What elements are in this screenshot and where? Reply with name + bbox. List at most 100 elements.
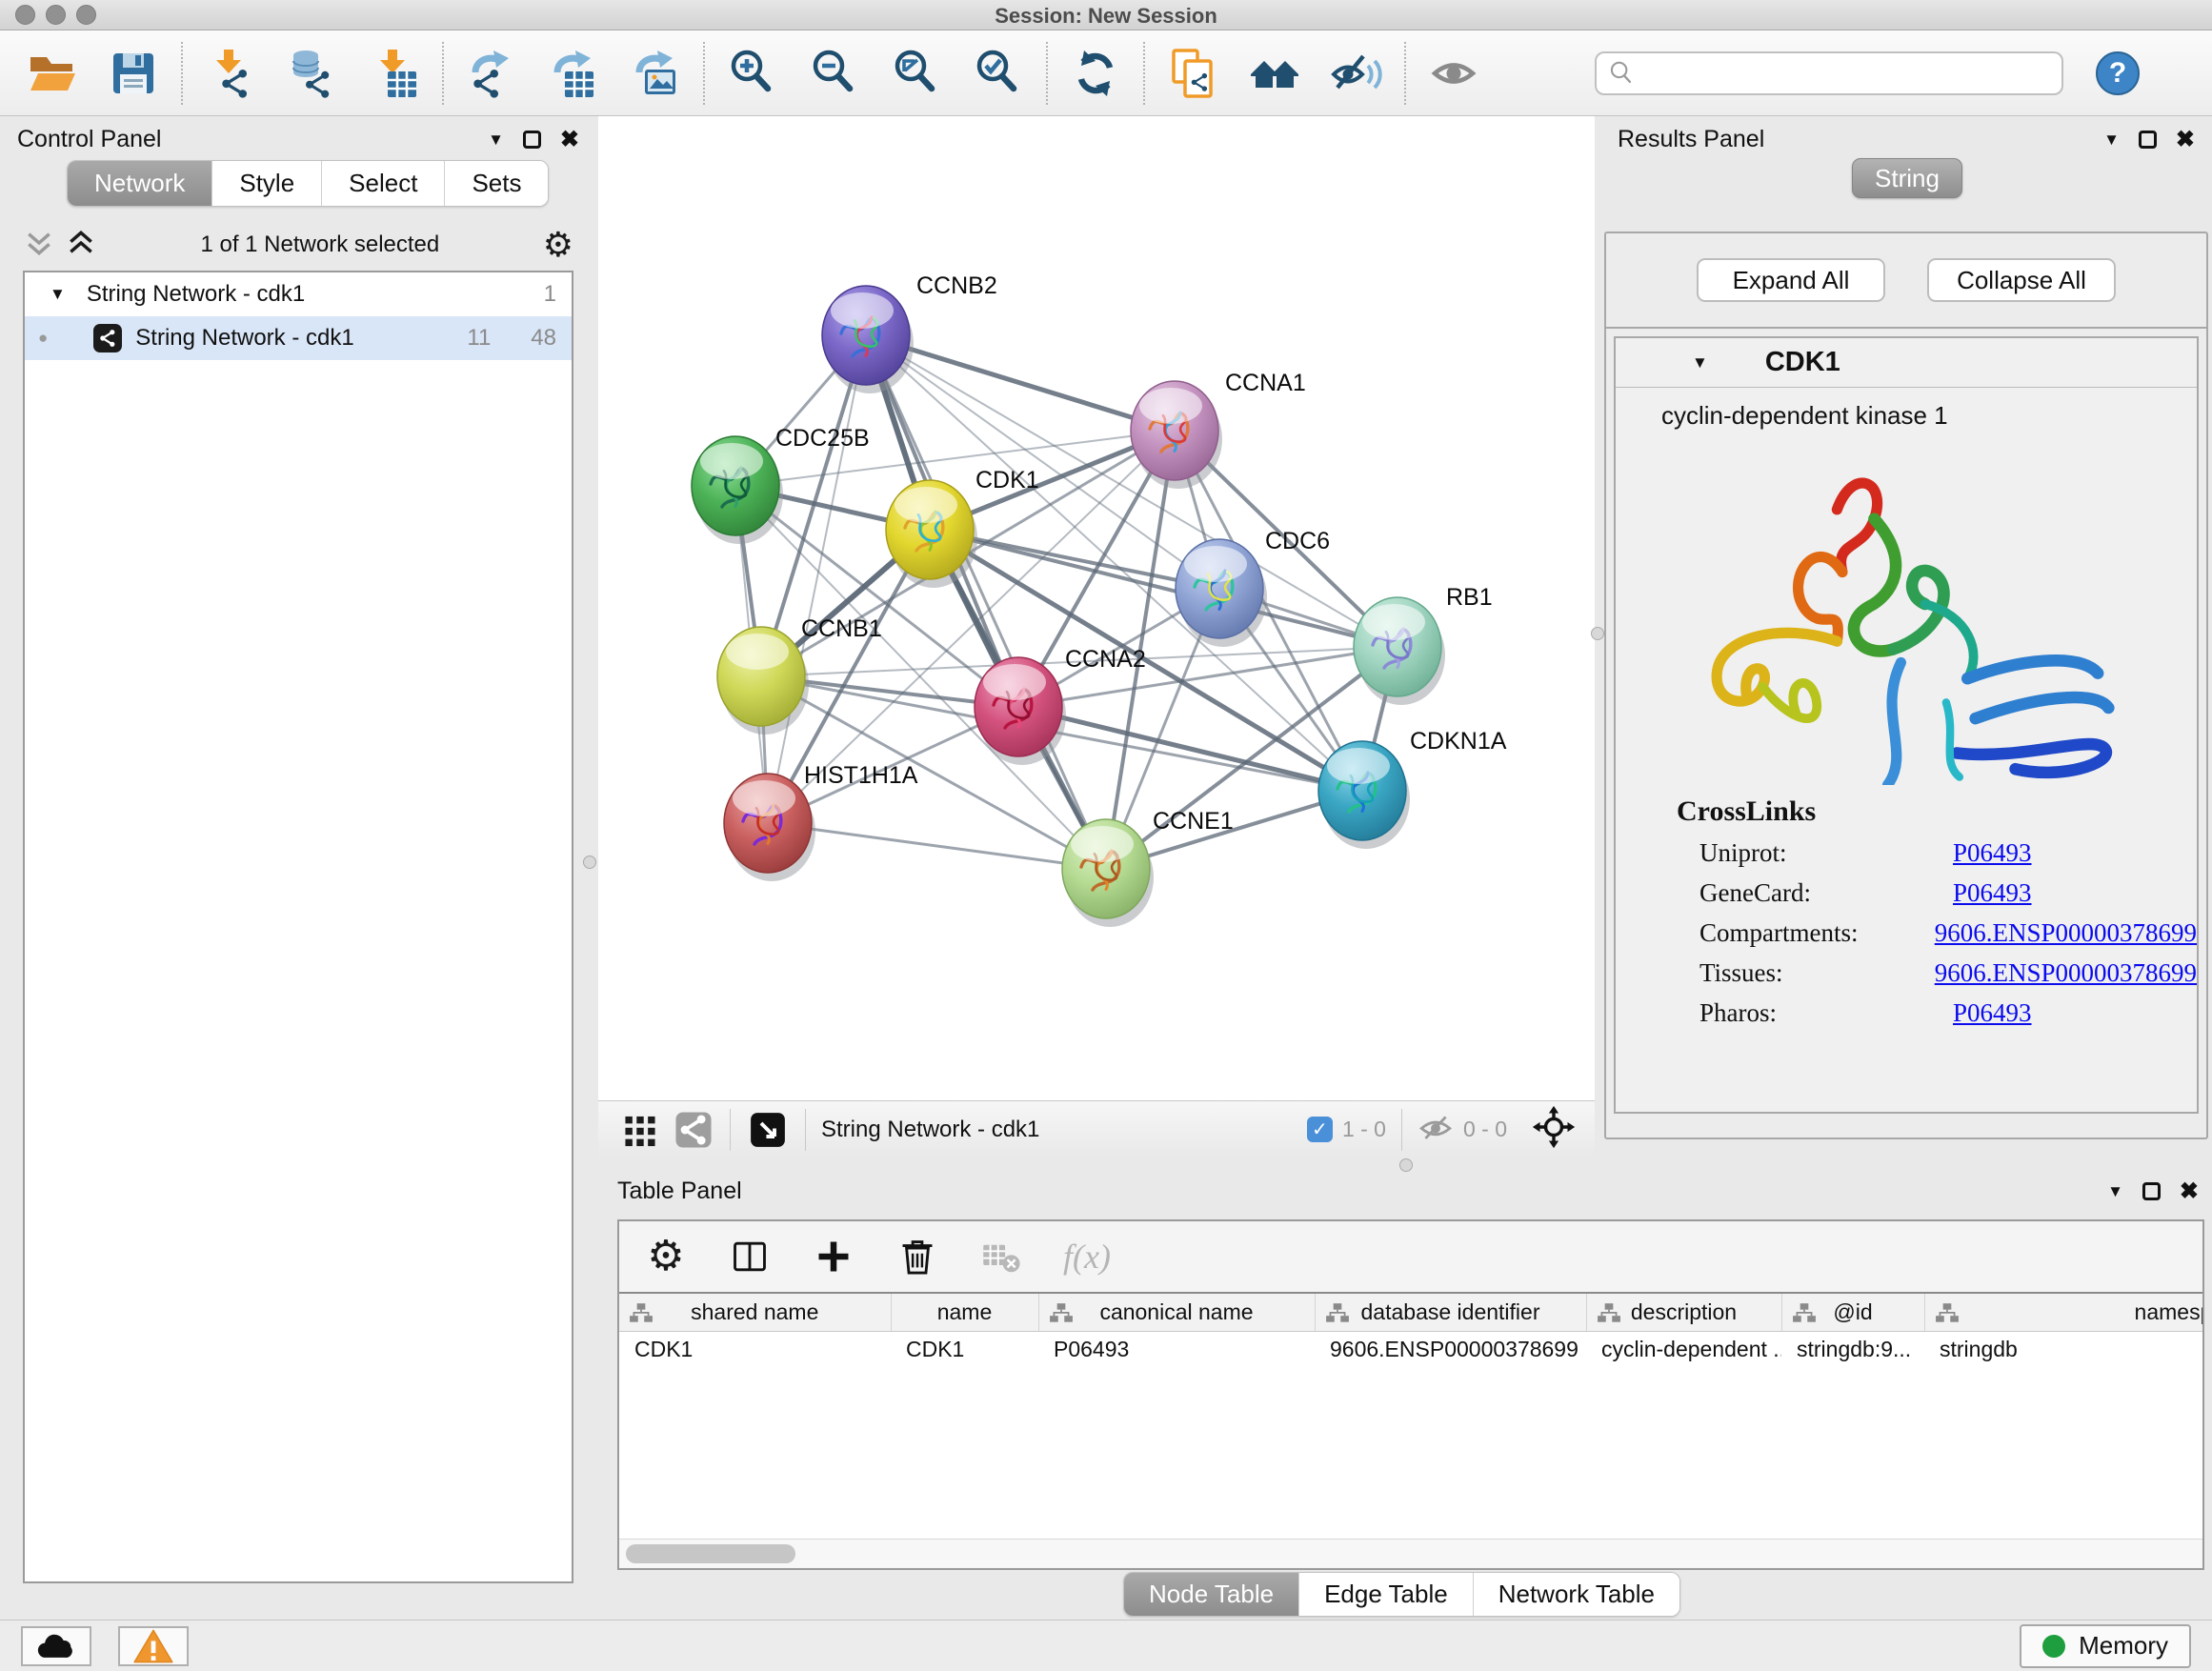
column-header-namespace[interactable]: namespace (1924, 1293, 2204, 1331)
hide-eye-button[interactable] (1330, 47, 1383, 100)
results-panel-close-icon[interactable]: ✖ (2176, 126, 2195, 153)
collapse-all-tree-icon[interactable] (23, 228, 55, 263)
node-detail-header[interactable]: ▼ CDK1 (1616, 338, 2197, 388)
export-network-button[interactable] (465, 47, 518, 100)
table-options-gear-icon[interactable]: ⚙ (644, 1235, 688, 1278)
tab-node-table[interactable]: Node Table (1124, 1573, 1299, 1616)
tree-expand-icon[interactable]: ▼ (50, 285, 66, 304)
left-splitter-handle[interactable] (583, 856, 596, 869)
right-splitter-handle[interactable] (1591, 627, 1604, 640)
results-panel-collapse-icon[interactable]: ▼ (2103, 131, 2120, 150)
column-header-id[interactable]: @id (1781, 1293, 1924, 1331)
import-table-button[interactable] (368, 47, 421, 100)
network-node-ccna2[interactable]: CCNA2 (975, 646, 1146, 765)
table-horizontal-scrollbar[interactable] (619, 1539, 2202, 1567)
network-node-ccne1[interactable]: CCNE1 (1062, 808, 1234, 927)
scrollbar-thumb[interactable] (626, 1544, 795, 1563)
table-panel-collapse-icon[interactable]: ▼ (2107, 1182, 2123, 1201)
table-cell[interactable]: P06493 (1038, 1331, 1315, 1367)
home-button[interactable] (1248, 47, 1301, 100)
selected-items-checkbox[interactable]: ✓ (1307, 1117, 1333, 1142)
create-column-icon[interactable] (812, 1235, 855, 1278)
hierarchy-icon (1935, 1302, 1960, 1325)
crosslink-link[interactable]: P06493 (1953, 878, 2032, 908)
show-eye-button[interactable] (1427, 47, 1480, 100)
network-collection-row[interactable]: ▼ String Network - cdk1 1 (25, 272, 572, 316)
column-header-name[interactable]: name (891, 1293, 1038, 1331)
export-image-button[interactable] (629, 47, 682, 100)
zoom-fit-button[interactable] (890, 47, 943, 100)
zoom-in-button[interactable] (726, 47, 779, 100)
crosslink-link[interactable]: 9606.ENSP00000378699 (1935, 918, 2197, 948)
network-edge-ccnb2-ccne1[interactable] (866, 335, 1106, 869)
column-header-databaseidentifier[interactable]: database identifier (1315, 1293, 1586, 1331)
crosslink-link[interactable]: P06493 (1953, 838, 2032, 868)
network-graph[interactable]: CCNB2CCNA1CDC25BCDK1CDC6RB1CCNB1CCNA2CDK… (598, 116, 1595, 1100)
network-node-cdc6[interactable]: CDC6 (1176, 528, 1330, 647)
tab-sets[interactable]: Sets (445, 161, 548, 206)
show-columns-icon[interactable] (728, 1235, 772, 1278)
column-header-sharedname[interactable]: shared name (619, 1293, 891, 1331)
expand-all-button[interactable]: Expand All (1697, 258, 1885, 302)
network-edge-hist1h1a-ccne1[interactable] (768, 823, 1106, 869)
tab-network[interactable]: Network (68, 161, 212, 206)
tab-network-table[interactable]: Network Table (1474, 1573, 1679, 1616)
copy-document-button[interactable] (1166, 47, 1219, 100)
help-button[interactable]: ? (2096, 51, 2140, 95)
table-cell[interactable]: cyclin-dependent ... (1586, 1331, 1781, 1367)
pan-crosshair-icon[interactable] (1532, 1105, 1576, 1154)
network-node-cdc25b[interactable]: CDC25B (692, 425, 870, 544)
import-database-button[interactable] (286, 47, 339, 100)
birds-eye-view-icon[interactable] (746, 1103, 790, 1157)
crosslink-link[interactable]: P06493 (1953, 998, 2032, 1028)
collapse-all-button[interactable]: Collapse All (1927, 258, 2116, 302)
automation-cloud-button[interactable] (21, 1626, 91, 1666)
network-canvas[interactable]: CCNB2CCNA1CDC25BCDK1CDC6RB1CCNB1CCNA2CDK… (598, 116, 1595, 1158)
search-box[interactable] (1595, 51, 2063, 95)
control-panel-maximize-icon[interactable] (523, 131, 541, 149)
table-panel-close-icon[interactable]: ✖ (2180, 1178, 2199, 1205)
delete-column-icon[interactable] (895, 1235, 939, 1278)
tab-string[interactable]: String (1852, 158, 1962, 198)
results-panel-maximize-icon[interactable] (2139, 131, 2157, 149)
horizontal-splitter-handle[interactable] (1399, 1158, 1413, 1172)
crosslink-link[interactable]: 9606.ENSP00000378699 (1935, 958, 2197, 988)
network-edge-ccnb2-hist1h1a[interactable] (768, 335, 866, 823)
network-node-cdk1[interactable]: CDK1 (886, 467, 1039, 588)
table-panel-maximize-icon[interactable] (2142, 1182, 2161, 1200)
table-cell[interactable]: CDK1 (891, 1331, 1038, 1367)
grid-view-icon[interactable] (619, 1103, 661, 1157)
hidden-items-eye-icon[interactable] (1418, 1109, 1454, 1150)
network-node-hist1h1a[interactable]: HIST1H1A (724, 762, 918, 881)
table-cell[interactable]: 9606.ENSP00000378699 (1315, 1331, 1586, 1367)
network-node-cdkn1a[interactable]: CDKN1A (1318, 728, 1507, 849)
table-cell[interactable]: CDK1 (619, 1331, 891, 1367)
expand-all-tree-icon[interactable] (65, 228, 97, 263)
column-header-description[interactable]: description (1586, 1293, 1781, 1331)
refresh-button[interactable] (1069, 47, 1122, 100)
open-folder-button[interactable] (25, 47, 78, 100)
tab-select[interactable]: Select (322, 161, 445, 206)
table-row[interactable]: CDK1CDK1P064939606.ENSP00000378699cyclin… (619, 1331, 2204, 1367)
network-share-icon[interactable] (673, 1103, 714, 1157)
zoom-selected-button[interactable] (972, 47, 1025, 100)
tab-style[interactable]: Style (212, 161, 322, 206)
table-cell[interactable]: stringdb:9... (1781, 1331, 1924, 1367)
export-table-button[interactable] (547, 47, 600, 100)
network-row-selected[interactable]: ● String Network - cdk1 11 48 (25, 316, 572, 360)
network-node-ccnb1[interactable]: CCNB1 (717, 615, 882, 735)
warnings-button[interactable] (118, 1626, 189, 1666)
memory-button[interactable]: Memory (2020, 1624, 2191, 1668)
control-panel-collapse-icon[interactable]: ▼ (488, 131, 504, 150)
table-cell[interactable]: stringdb (1924, 1331, 2204, 1367)
search-input[interactable] (1637, 60, 2037, 87)
save-button[interactable] (107, 47, 160, 100)
control-panel-close-icon[interactable]: ✖ (560, 126, 579, 153)
import-network-button[interactable] (204, 47, 257, 100)
zoom-out-button[interactable] (808, 47, 861, 100)
node-detail-collapse-icon[interactable]: ▼ (1692, 353, 1708, 372)
tab-edge-table[interactable]: Edge Table (1299, 1573, 1474, 1616)
column-header-canonicalname[interactable]: canonical name (1038, 1293, 1315, 1331)
network-options-gear-icon[interactable]: ⚙ (543, 228, 573, 262)
network-node-rb1[interactable]: RB1 (1354, 584, 1493, 705)
